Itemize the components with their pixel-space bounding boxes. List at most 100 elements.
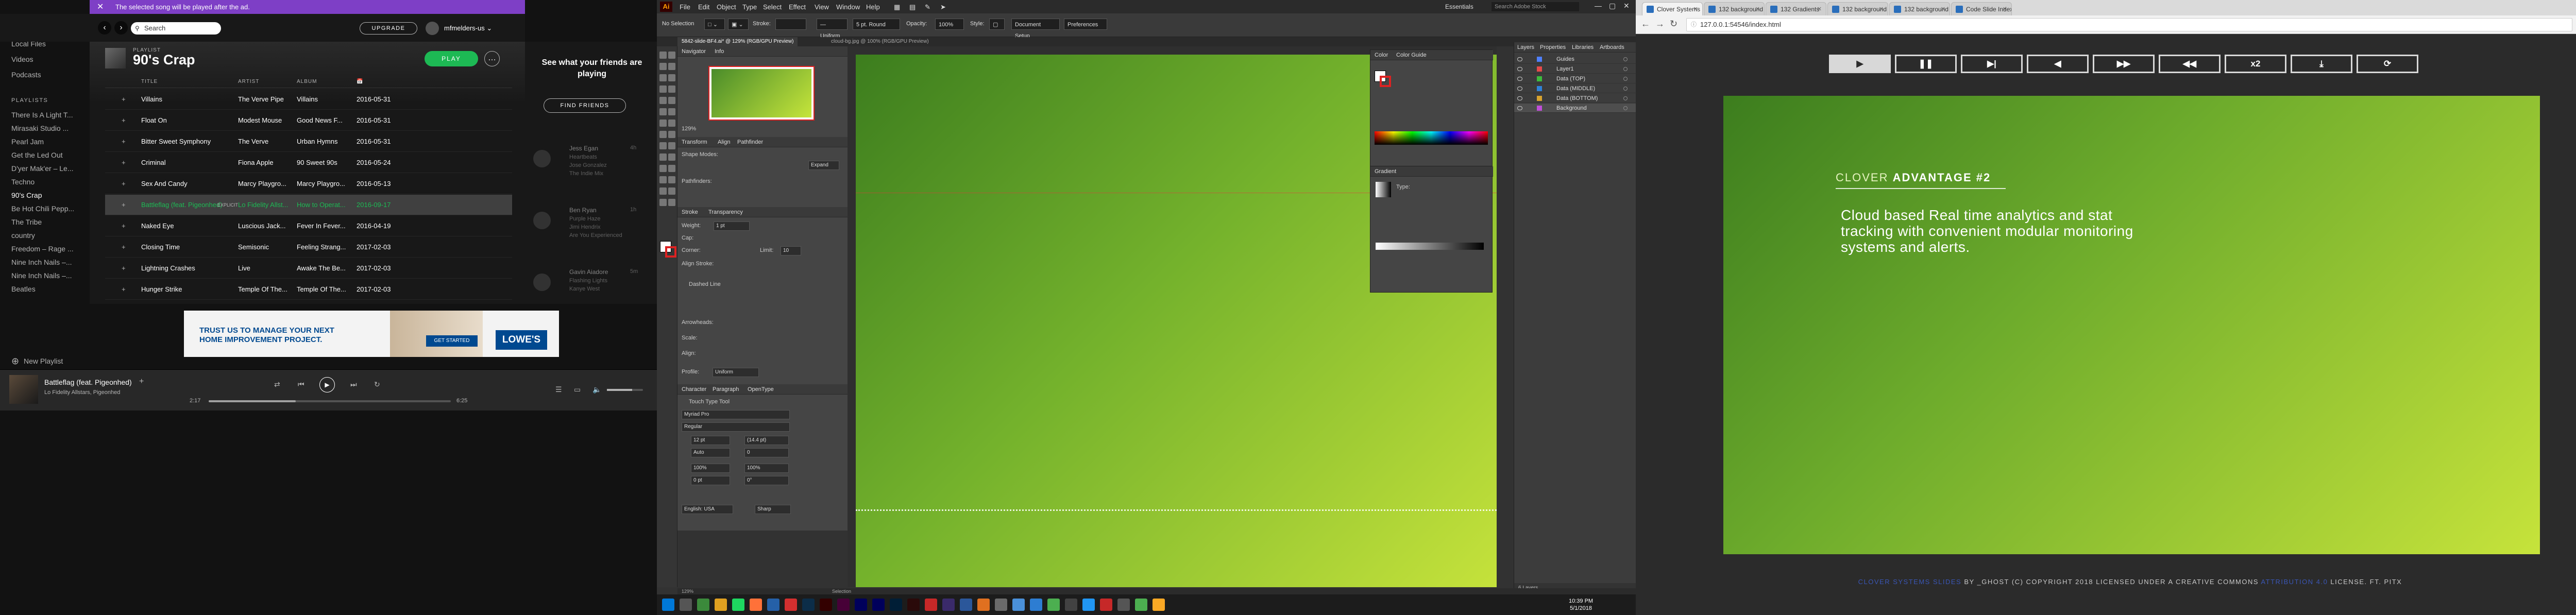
artboard-tool-icon[interactable]: [659, 187, 667, 195]
profile-select[interactable]: Uniform: [713, 368, 759, 377]
rewind-button[interactable]: ◀◀: [2159, 55, 2221, 73]
curvature-tool-icon[interactable]: [668, 74, 675, 81]
track-artist[interactable]: Temple Of The...: [238, 279, 295, 300]
kerning-field[interactable]: Auto: [691, 448, 730, 457]
user-menu[interactable]: mfmelders-us ⌄: [426, 21, 492, 36]
close-tab-icon[interactable]: ✕: [1941, 3, 1945, 15]
free-transform-tool-icon[interactable]: [668, 131, 675, 138]
tab-gradient[interactable]: Gradient: [1375, 166, 1396, 177]
app-icon[interactable]: [1065, 599, 1077, 611]
stock-search-input[interactable]: Search Adobe Stock: [1492, 2, 1579, 11]
add-to-library-icon[interactable]: +: [122, 195, 126, 215]
table-row[interactable]: + Battleflag (feat. Pigeonhed) EXPLICIT Lo …: [105, 195, 512, 215]
tab-transform[interactable]: Transform: [682, 137, 707, 147]
close-icon[interactable]: ✕: [1623, 2, 1630, 10]
zoom-tool-icon[interactable]: [668, 199, 675, 206]
target-icon[interactable]: [1623, 67, 1628, 71]
playlist-item[interactable]: Nine Inch Nails –...: [11, 271, 72, 280]
save-track-icon[interactable]: +: [139, 377, 144, 386]
premiere-icon[interactable]: [855, 599, 867, 611]
playlist-item[interactable]: Pearl Jam: [11, 138, 44, 146]
brush-icon[interactable]: ✎: [925, 3, 930, 11]
bridge-icon[interactable]: ▦: [894, 3, 900, 11]
close-tab-icon[interactable]: ✕: [1693, 3, 1698, 15]
pause-button[interactable]: ❚❚: [1895, 55, 1957, 73]
target-icon[interactable]: [1623, 77, 1628, 81]
vertical-scale-field[interactable]: 100%: [691, 464, 730, 473]
rocket-icon[interactable]: ➤: [940, 3, 946, 11]
spotify-icon[interactable]: [732, 599, 744, 611]
pencil-tool-icon[interactable]: [659, 108, 667, 115]
track-artist[interactable]: Fiona Apple: [238, 152, 295, 173]
more-button[interactable]: …: [484, 51, 500, 66]
tab-properties[interactable]: Properties: [1540, 42, 1566, 53]
track-artist[interactable]: Lo Fidelity Allst...: [238, 195, 295, 215]
variable-width-select[interactable]: — Uniform: [817, 19, 848, 39]
playlist-item[interactable]: There Is A Light T...: [11, 111, 73, 119]
stroke-color-swatch[interactable]: [665, 246, 676, 258]
app-icon[interactable]: [1153, 599, 1165, 611]
app-icon[interactable]: [1082, 599, 1095, 611]
tab-info[interactable]: Info: [715, 46, 724, 57]
search-input[interactable]: ⚲ Search: [131, 22, 221, 35]
app-icon[interactable]: [785, 599, 797, 611]
system-clock[interactable]: 10:39 PM 5/1/2018: [1569, 597, 1593, 612]
direct-selection-tool-icon[interactable]: [668, 52, 675, 59]
track-album[interactable]: Villains: [297, 89, 353, 110]
track-artist[interactable]: Marcy Playgro...: [238, 174, 295, 194]
add-to-library-icon[interactable]: +: [122, 216, 126, 236]
app-icon[interactable]: [1012, 599, 1025, 611]
menu-object[interactable]: Object: [717, 3, 736, 11]
close-tab-icon[interactable]: ✕: [2003, 3, 2007, 15]
visibility-icon[interactable]: [1517, 106, 1522, 110]
graph-tool-icon[interactable]: [668, 176, 675, 183]
tab-align[interactable]: Align: [718, 137, 730, 147]
previous-icon[interactable]: ⏮: [298, 380, 304, 389]
column-artist[interactable]: ARTIST: [238, 79, 259, 84]
upgrade-button[interactable]: UPGRADE: [360, 22, 417, 35]
vertical-ruler[interactable]: [848, 55, 856, 587]
target-icon[interactable]: [1623, 87, 1628, 91]
brush-select[interactable]: 5 pt. Round: [853, 19, 900, 30]
preferences-button[interactable]: Preferences: [1064, 19, 1107, 30]
hand-tool-icon[interactable]: [659, 199, 667, 206]
perspective-tool-icon[interactable]: [668, 142, 675, 149]
leading-field[interactable]: (14.4 pt): [744, 436, 789, 445]
weight-field[interactable]: 1 pt: [714, 221, 750, 231]
magic-wand-tool-icon[interactable]: [659, 63, 667, 70]
reload-icon[interactable]: ↻: [1670, 19, 1677, 29]
menu-edit[interactable]: Edit: [698, 3, 709, 11]
tab-libraries[interactable]: Libraries: [1572, 42, 1594, 53]
tab-layers[interactable]: Layers: [1517, 42, 1534, 53]
font-style-select[interactable]: Regular: [682, 422, 790, 432]
menu-help[interactable]: Help: [866, 3, 880, 11]
app-icon[interactable]: [1117, 599, 1130, 611]
app-icon[interactable]: [942, 599, 955, 611]
lasso-tool-icon[interactable]: [668, 63, 675, 70]
anti-aliasing-select[interactable]: Sharp: [755, 505, 791, 514]
type-tool-icon[interactable]: [659, 86, 667, 93]
progress-bar[interactable]: [209, 400, 451, 402]
browser-tab[interactable]: 132 background slides✕: [1704, 2, 1765, 15]
layer-row[interactable]: Data (BOTTOM): [1514, 94, 1637, 103]
animate-icon[interactable]: [907, 599, 920, 611]
eraser-tool-icon[interactable]: [668, 108, 675, 115]
playlist-item[interactable]: Nine Inch Nails –...: [11, 258, 72, 266]
browser-tab[interactable]: 132 Gradients ✕: [1766, 2, 1826, 15]
workspace-switcher[interactable]: Essentials: [1445, 3, 1473, 10]
add-to-library-icon[interactable]: +: [122, 279, 126, 300]
playlist-item[interactable]: The Tribe: [11, 218, 42, 226]
app-icon[interactable]: [1030, 599, 1042, 611]
menu-file[interactable]: File: [680, 3, 690, 11]
track-artist[interactable]: The Verve Pipe: [238, 89, 295, 110]
playlist-item[interactable]: country: [11, 231, 35, 240]
menu-view[interactable]: View: [815, 3, 829, 11]
target-icon[interactable]: [1623, 106, 1628, 110]
track-album[interactable]: Fever In Fever...: [297, 216, 353, 236]
scale-tool-icon[interactable]: [668, 119, 675, 127]
table-row[interactable]: + Bitter Sweet Symphony The Verve Urban Hym…: [105, 131, 512, 152]
photoshop-icon[interactable]: [802, 599, 815, 611]
color-spectrum[interactable]: [1375, 131, 1488, 145]
forward-icon[interactable]: →: [1655, 19, 1665, 29]
ad-banner[interactable]: TRUST US TO MANAGE YOUR NEXT HOME IMPROV…: [184, 311, 559, 357]
